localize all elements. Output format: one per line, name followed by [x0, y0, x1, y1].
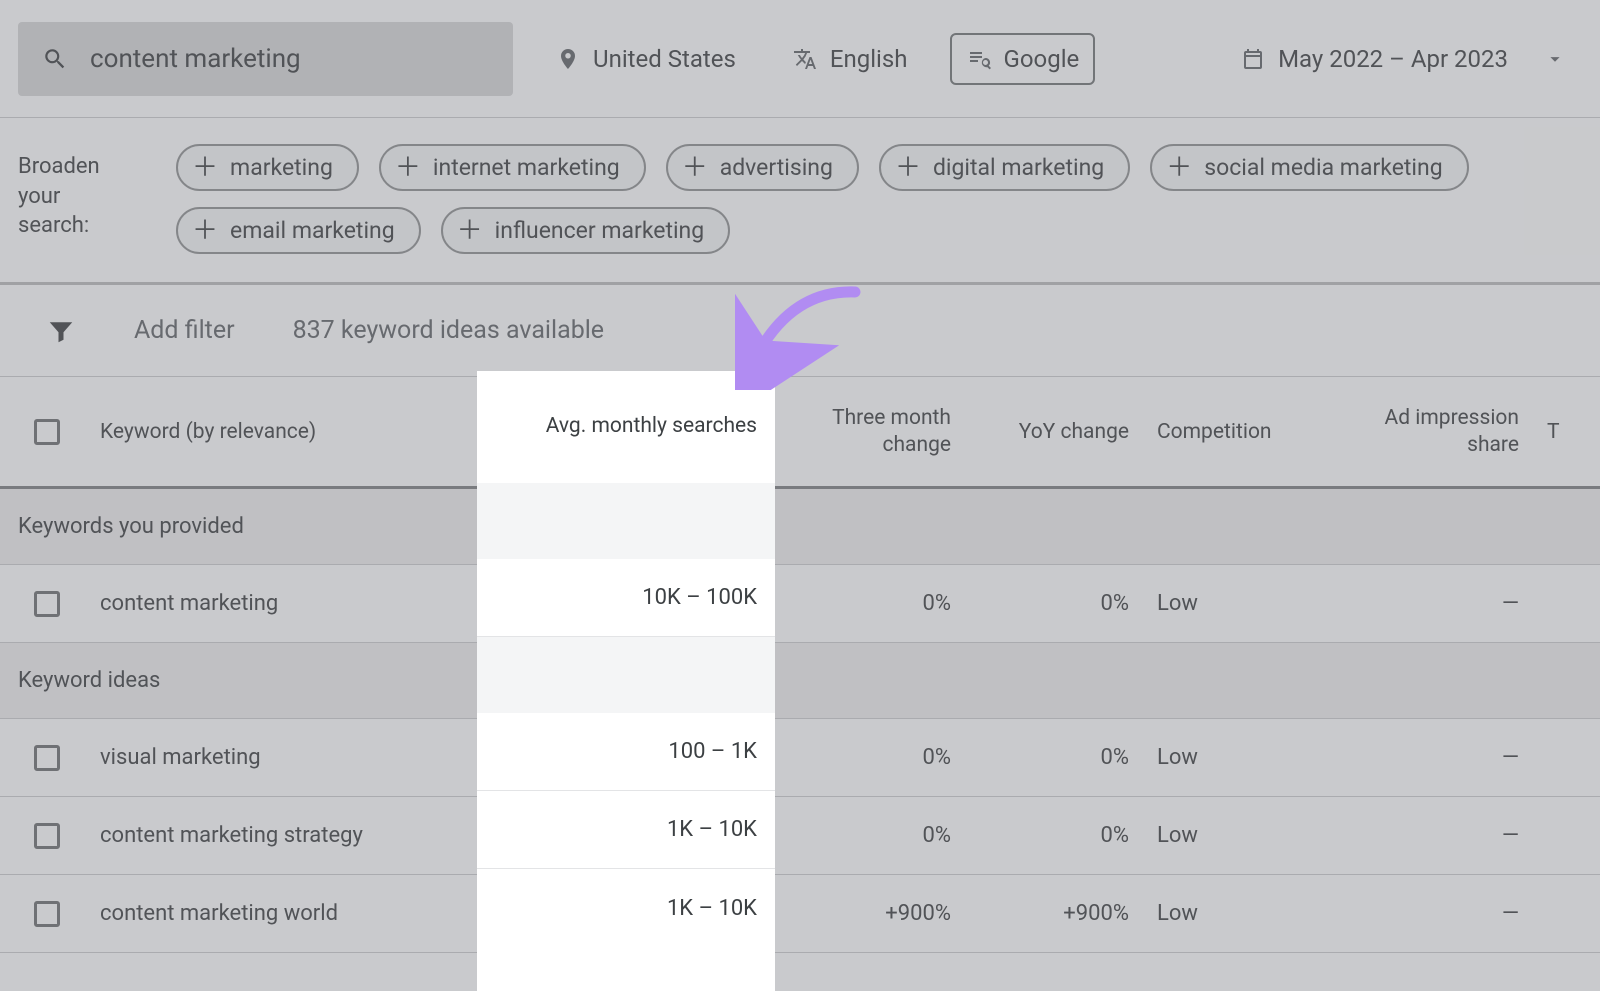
location-selector[interactable]: United States [541, 35, 750, 83]
row-checkbox[interactable] [34, 901, 60, 927]
competition-cell: Low [1143, 901, 1323, 926]
ideas-count: 837 keyword ideas available [293, 316, 605, 345]
plus-icon: ＋ [1166, 155, 1192, 181]
plus-icon: ＋ [395, 155, 421, 181]
filter-icon[interactable] [46, 316, 76, 346]
search-icon [42, 46, 68, 72]
broaden-chip[interactable]: ＋email marketing [176, 207, 421, 254]
table-row: content marketing 10K – 100K 0% 0% Low — [0, 565, 1600, 643]
yoy-cell: +900% [965, 901, 1143, 926]
broaden-chip[interactable]: ＋influencer marketing [441, 207, 731, 254]
search-value: content marketing [90, 44, 301, 74]
keyword-cell[interactable]: content marketing [86, 591, 477, 616]
table-row: visual marketing 100 – 1K 0% 0% Low — [0, 719, 1600, 797]
ad-share-cell: — [1323, 823, 1533, 848]
keyword-cell[interactable]: visual marketing [86, 745, 477, 770]
three-month-cell: 0% [775, 745, 965, 770]
col-keyword[interactable]: Keyword (by relevance) [86, 420, 477, 444]
table-header-row: Keyword (by relevance) Avg. monthly sear… [0, 377, 1600, 489]
language-value: English [830, 45, 908, 73]
network-selector[interactable]: Google [950, 33, 1096, 85]
filter-row: Add filter 837 keyword ideas available [0, 285, 1600, 377]
broaden-chip[interactable]: ＋marketing [176, 144, 359, 191]
keyword-cell[interactable]: content marketing strategy [86, 823, 477, 848]
broaden-label: Broaden your search: [18, 144, 146, 241]
section-label: Keywords you provided [0, 514, 775, 539]
language-selector[interactable]: English [778, 35, 922, 83]
broaden-chip[interactable]: ＋social media marketing [1150, 144, 1468, 191]
col-ad-impression[interactable]: Ad impressionshare [1323, 405, 1533, 458]
section-provided: Keywords you provided [0, 489, 1600, 565]
three-month-cell: +900% [775, 901, 965, 926]
location-value: United States [593, 45, 736, 73]
date-range-value: May 2022 – Apr 2023 [1278, 45, 1508, 73]
location-pin-icon [555, 46, 581, 72]
yoy-cell: 0% [965, 823, 1143, 848]
search-network-icon [966, 46, 992, 72]
plus-icon: ＋ [192, 155, 218, 181]
competition-cell: Low [1143, 823, 1323, 848]
yoy-cell: 0% [965, 591, 1143, 616]
section-ideas: Keyword ideas [0, 643, 1600, 719]
keyword-cell[interactable]: content marketing world [86, 901, 477, 926]
row-checkbox[interactable] [34, 745, 60, 771]
date-range-selector[interactable]: May 2022 – Apr 2023 [1226, 35, 1582, 83]
search-input[interactable]: content marketing [18, 22, 513, 96]
broaden-search-row: Broaden your search: ＋marketing ＋interne… [0, 118, 1600, 285]
network-value: Google [1004, 45, 1080, 73]
three-month-cell: 0% [775, 823, 965, 848]
table-row: content marketing world 1K – 10K +900% +… [0, 875, 1600, 953]
top-controls-row: content marketing United States English … [0, 0, 1600, 118]
competition-cell: Low [1143, 591, 1323, 616]
add-filter-button[interactable]: Add filter [134, 316, 235, 345]
col-yoy[interactable]: YoY change [965, 420, 1143, 444]
translate-icon [792, 46, 818, 72]
broaden-chip[interactable]: ＋internet marketing [379, 144, 646, 191]
plus-icon: ＋ [457, 218, 483, 244]
plus-icon: ＋ [895, 155, 921, 181]
col-truncated[interactable]: T [1533, 420, 1600, 444]
ad-share-cell: — [1323, 901, 1533, 926]
col-competition[interactable]: Competition [1143, 420, 1323, 444]
chevron-down-icon [1542, 46, 1568, 72]
plus-icon: ＋ [682, 155, 708, 181]
row-checkbox[interactable] [34, 591, 60, 617]
select-all-checkbox[interactable] [34, 419, 60, 445]
section-label: Keyword ideas [0, 668, 775, 693]
col-three-month[interactable]: Three monthchange [775, 405, 965, 458]
competition-cell: Low [1143, 745, 1323, 770]
table-row: content marketing strategy 1K – 10K 0% 0… [0, 797, 1600, 875]
broaden-chip[interactable]: ＋advertising [666, 144, 859, 191]
ad-share-cell: — [1323, 745, 1533, 770]
ad-share-cell: — [1323, 591, 1533, 616]
three-month-cell: 0% [775, 591, 965, 616]
plus-icon: ＋ [192, 218, 218, 244]
keyword-table: Keyword (by relevance) Avg. monthly sear… [0, 377, 1600, 953]
broaden-chips: ＋marketing ＋internet marketing ＋advertis… [176, 144, 1582, 254]
calendar-icon [1240, 46, 1266, 72]
yoy-cell: 0% [965, 745, 1143, 770]
row-checkbox[interactable] [34, 823, 60, 849]
broaden-chip[interactable]: ＋digital marketing [879, 144, 1130, 191]
